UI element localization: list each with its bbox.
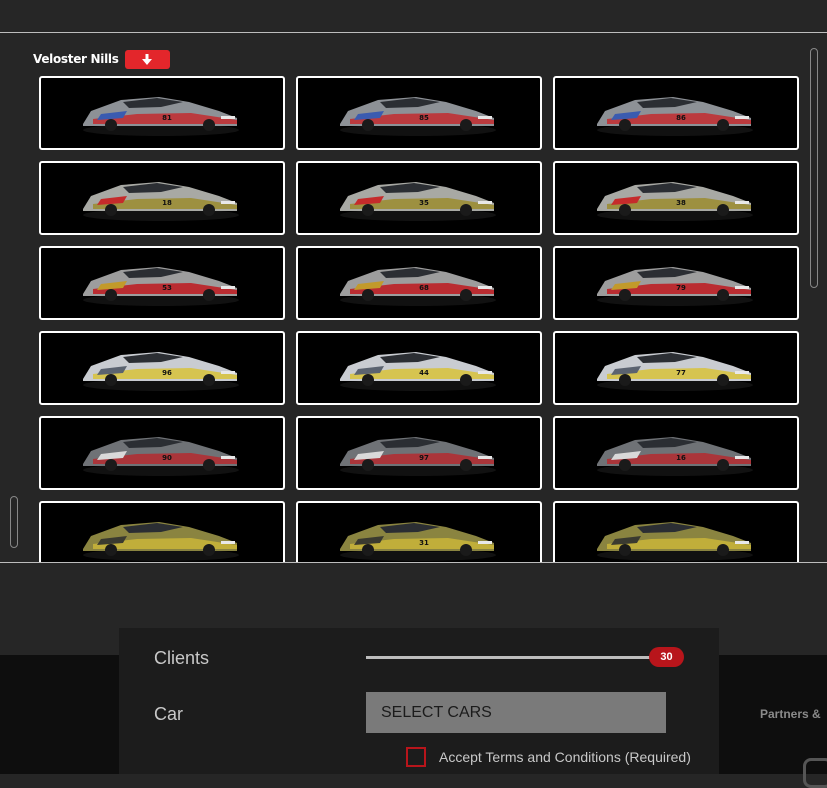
car-render-icon: 16: [597, 437, 753, 476]
car-number-label: 35: [419, 199, 429, 207]
clients-slider-handle[interactable]: 30: [649, 647, 684, 667]
car-number-label: 85: [419, 114, 429, 122]
car-render-icon: 18: [83, 182, 239, 221]
livery-group-title: Veloster Nills: [33, 52, 119, 66]
arrow-down-icon: [142, 53, 153, 65]
car-render-icon: [83, 522, 239, 561]
car-render-icon: 68: [340, 267, 496, 306]
car-label: Car: [154, 704, 184, 724]
top-band: [0, 0, 827, 33]
car-render-icon: 85: [340, 97, 496, 136]
car-render-icon: 31: [340, 522, 496, 561]
car-render-icon: 81: [83, 97, 239, 136]
car-number-label: 90: [162, 454, 172, 462]
server-form-card: Clients 30 Car SELECT CARS Accept Terms …: [119, 628, 719, 774]
scrollbar-right[interactable]: [810, 48, 818, 288]
car-render-icon: 97: [340, 437, 496, 476]
livery-thumbnail[interactable]: 85: [296, 76, 542, 150]
car-render-icon: 86: [597, 97, 753, 136]
livery-thumbnail[interactable]: 96: [39, 331, 285, 405]
collapse-group-button[interactable]: [124, 49, 170, 69]
car-render-icon: 79: [597, 267, 753, 306]
car-render-icon: 96: [83, 352, 239, 391]
livery-thumbnail[interactable]: [39, 501, 285, 562]
car-number-label: 53: [162, 284, 172, 292]
car-render-icon: 90: [83, 437, 239, 476]
livery-thumbnail[interactable]: 90: [39, 416, 285, 490]
livery-thumbnail[interactable]: 81: [39, 76, 285, 150]
livery-thumbnail[interactable]: 68: [296, 246, 542, 320]
livery-thumbnail[interactable]: 44: [296, 331, 542, 405]
livery-thumbnail[interactable]: 79: [553, 246, 799, 320]
livery-thumbnail[interactable]: 18: [39, 161, 285, 235]
livery-thumbnail[interactable]: 97: [296, 416, 542, 490]
clients-slider-fill: [366, 656, 651, 659]
car-render-icon: [597, 522, 753, 561]
livery-group-header: Veloster Nills: [33, 49, 170, 69]
car-render-icon: 35: [340, 182, 496, 221]
car-number-label: 77: [676, 369, 686, 377]
scrollbar-left[interactable]: [10, 496, 18, 548]
spacer: [0, 564, 827, 628]
car-render-icon: 77: [597, 352, 753, 391]
car-number-label: 16: [676, 454, 686, 462]
livery-grid: 81 85 86 18 35 38 53 68 79 96 44 77 90 97 16 31: [39, 76, 800, 562]
livery-thumbnail[interactable]: 35: [296, 161, 542, 235]
car-number-label: 96: [162, 369, 172, 377]
select-cars-dropdown[interactable]: SELECT CARS: [366, 692, 666, 733]
clients-slider[interactable]: [366, 656, 656, 659]
car-number-label: 44: [419, 369, 429, 377]
car-number-label: 18: [162, 199, 172, 207]
terms-row: Accept Terms and Conditions (Required): [406, 747, 691, 767]
footer-logo-icon: [803, 758, 827, 788]
terms-checkbox[interactable]: [406, 747, 426, 767]
terms-label: Accept Terms and Conditions (Required): [439, 749, 691, 765]
car-render-icon: 53: [83, 267, 239, 306]
livery-panel: Veloster Nills 81 85 86 18 35 38 53 68 79 96 44 77 9…: [0, 33, 827, 563]
livery-thumbnail[interactable]: 38: [553, 161, 799, 235]
car-number-label: 38: [676, 199, 686, 207]
car-number-label: 97: [419, 454, 429, 462]
footer-partners-text[interactable]: Partners &: [760, 707, 821, 721]
livery-thumbnail[interactable]: 86: [553, 76, 799, 150]
car-number-label: 68: [419, 284, 429, 292]
car-render-icon: 44: [340, 352, 496, 391]
livery-thumbnail[interactable]: 77: [553, 331, 799, 405]
livery-thumbnail[interactable]: 31: [296, 501, 542, 562]
livery-thumbnail[interactable]: 53: [39, 246, 285, 320]
car-render-icon: 38: [597, 182, 753, 221]
car-number-label: 31: [419, 539, 429, 547]
livery-thumbnail[interactable]: [553, 501, 799, 562]
car-number-label: 86: [676, 114, 686, 122]
livery-thumbnail[interactable]: 16: [553, 416, 799, 490]
car-number-label: 79: [676, 284, 686, 292]
clients-label: Clients: [154, 648, 210, 668]
car-number-label: 81: [162, 114, 172, 122]
